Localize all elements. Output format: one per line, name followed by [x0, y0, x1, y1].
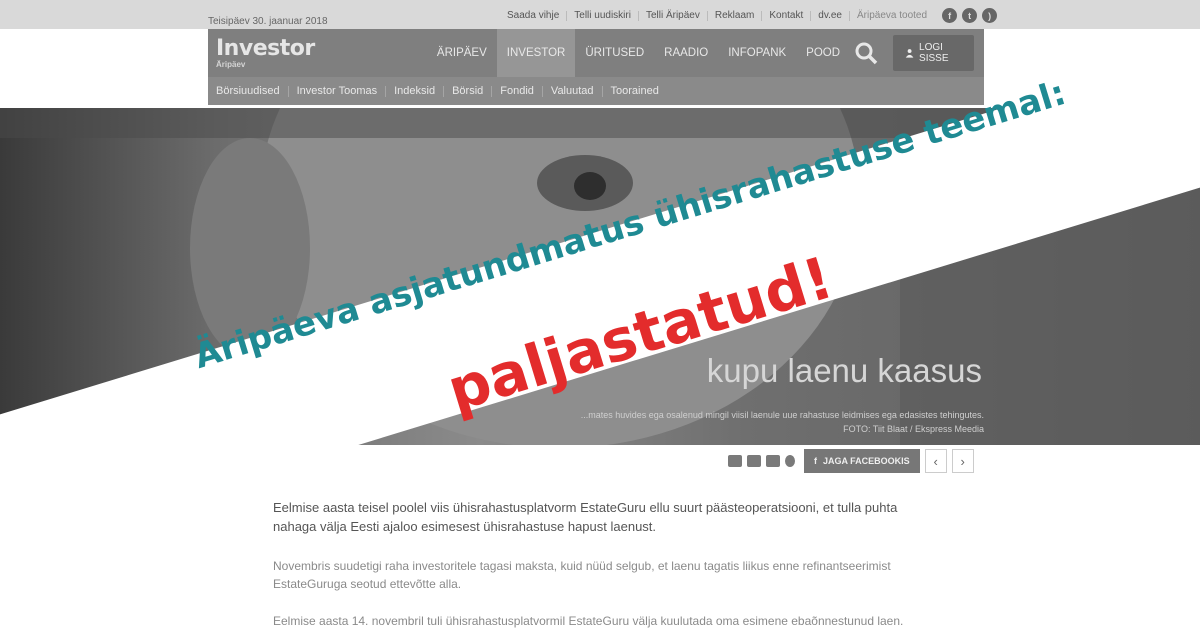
- user-icon: [905, 49, 914, 58]
- toplink-dv[interactable]: dv.ee: [811, 10, 850, 21]
- nav-infopank[interactable]: INFOPANK: [718, 29, 796, 77]
- subnav-valuutad[interactable]: Valuutad: [543, 85, 603, 97]
- nav-aripaev[interactable]: ÄRIPÄEV: [427, 29, 497, 77]
- subnav-investor-toomas[interactable]: Investor Toomas: [289, 85, 387, 97]
- article-paragraph: Eelmise aasta 14. novembril tuli ühisrah…: [273, 614, 904, 628]
- comment-icon[interactable]: [728, 455, 742, 467]
- twitter-icon[interactable]: t: [962, 8, 978, 23]
- photo-credit: FOTO: Tiit Blaat / Ekspress Meedia: [843, 424, 984, 434]
- search-button[interactable]: [850, 29, 883, 77]
- photo-caption: ...mates huvides ega osalenud mingil vii…: [580, 410, 984, 420]
- share-icon[interactable]: [785, 455, 795, 467]
- facebook-share-label: JAGA FACEBOOKIS: [823, 456, 910, 466]
- toplink-kontakt[interactable]: Kontakt: [762, 10, 812, 21]
- subnav-toorained[interactable]: Toorained: [603, 85, 667, 97]
- next-article-button[interactable]: ›: [951, 449, 974, 473]
- facebook-icon[interactable]: f: [942, 8, 958, 23]
- subnav-fondid[interactable]: Fondid: [492, 85, 543, 97]
- date-label: Teisipäev 30. jaanuar 2018: [208, 16, 328, 27]
- subnav-borsiuudised[interactable]: Börsiuudised: [208, 85, 289, 97]
- prev-article-button[interactable]: ‹: [924, 449, 947, 473]
- top-bar: Teisipäev 30. jaanuar 2018 Saada vihje T…: [0, 0, 1200, 29]
- logo-sub: Äripäev: [216, 60, 246, 69]
- top-links: Saada vihje Telli uudiskiri Telli Äripäe…: [500, 8, 998, 23]
- login-label: LOGI SISSE: [919, 42, 949, 64]
- facebook-icon: f: [814, 456, 817, 466]
- rss-icon[interactable]: ): [982, 8, 998, 23]
- chevron-right-icon: ›: [960, 453, 965, 469]
- logo-main: Investor: [216, 36, 315, 61]
- nav-uritused[interactable]: ÜRITUSED: [575, 29, 654, 77]
- toplink-telli-aripaev[interactable]: Telli Äripäev: [639, 10, 708, 21]
- logo[interactable]: Investor Äripäev: [208, 29, 427, 77]
- nav-investor[interactable]: INVESTOR: [496, 29, 576, 77]
- social-links: f t ): [942, 8, 998, 23]
- sub-nav: Börsiuudised Investor Toomas Indeksid Bö…: [208, 77, 984, 105]
- facebook-share-button[interactable]: f JAGA FACEBOOKIS: [804, 449, 920, 473]
- nav-raadio[interactable]: RAADIO: [654, 29, 718, 77]
- main-nav: Investor Äripäev ÄRIPÄEV INVESTOR ÜRITUS…: [208, 29, 984, 77]
- article-lead: Eelmise aasta teisel poolel viis ühisrah…: [273, 500, 898, 534]
- toplink-saada-vihje[interactable]: Saada vihje: [500, 10, 568, 21]
- search-icon: [855, 42, 878, 65]
- nav-pood[interactable]: POOD: [796, 29, 850, 77]
- toplink-reklaam[interactable]: Reklaam: [708, 10, 763, 21]
- toplink-aripaeva-tooted[interactable]: Äripäeva tooted: [850, 10, 934, 21]
- article-paragraph: Novembris suudetigi raha investoritele t…: [273, 559, 891, 591]
- toplink-telli-uudiskiri[interactable]: Telli uudiskiri: [567, 10, 639, 21]
- subnav-indeksid[interactable]: Indeksid: [386, 85, 445, 97]
- print-icon[interactable]: [766, 455, 780, 467]
- login-button[interactable]: LOGI SISSE: [892, 35, 974, 71]
- hero-headline: kupu laenu kaasus: [706, 352, 982, 389]
- subnav-borsid[interactable]: Börsid: [444, 85, 493, 97]
- chevron-left-icon: ‹: [933, 453, 938, 469]
- email-icon[interactable]: [747, 455, 761, 467]
- share-toolbar: f JAGA FACEBOOKIS ‹ ›: [728, 449, 974, 473]
